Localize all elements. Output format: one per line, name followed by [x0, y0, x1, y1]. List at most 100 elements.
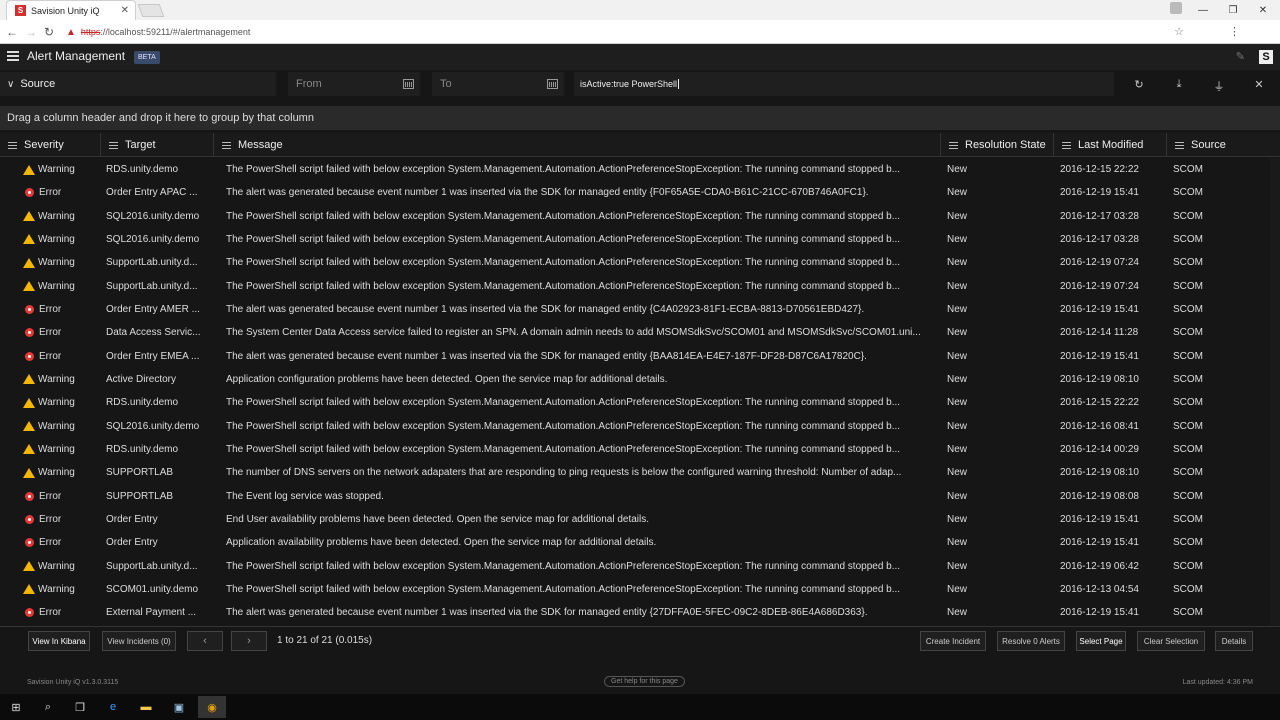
- cell-severity: Warning: [0, 555, 101, 578]
- column-menu-icon[interactable]: [949, 141, 958, 149]
- warning-icon: [23, 164, 35, 175]
- column-header-message[interactable]: Message: [214, 133, 941, 157]
- browser-menu-icon[interactable]: ⋮: [1229, 25, 1240, 38]
- file-explorer-icon[interactable]: ▬: [137, 698, 155, 716]
- tab-title: Savision Unity iQ: [31, 5, 100, 16]
- cell-severity: Warning: [0, 251, 101, 274]
- insecure-warning-icon: ▲: [66, 26, 76, 38]
- create-incident-button[interactable]: Create Incident: [920, 631, 986, 651]
- view-incidents-button[interactable]: View Incidents (0): [102, 631, 176, 651]
- cell-source: SCOM: [1173, 560, 1203, 572]
- table-row[interactable]: Warning RDS.unity.demo The PowerShell scri…: [0, 438, 1270, 461]
- cell-message: The PowerShell script failed with below …: [226, 280, 901, 292]
- table-row[interactable]: Error Order Entry AMER ... The alert was g…: [0, 298, 1270, 321]
- previous-page-button[interactable]: ‹: [187, 631, 223, 651]
- app-shortcut-icon[interactable]: ▣: [170, 698, 188, 716]
- calendar-icon[interactable]: [547, 79, 558, 89]
- group-by-bar[interactable]: Drag a column header and drop it here to…: [0, 106, 1280, 130]
- table-row[interactable]: Error Order Entry Application availability…: [0, 531, 1270, 554]
- grid-header: Severity Target Message Resolution State…: [0, 133, 1280, 157]
- table-row[interactable]: Error SUPPORTLAB The Event log service was…: [0, 485, 1270, 508]
- warning-icon: [23, 421, 35, 432]
- to-date-field[interactable]: To: [432, 72, 564, 96]
- help-link[interactable]: Get help for this page: [604, 676, 685, 687]
- table-row[interactable]: Error Order Entry APAC ... The alert was g…: [0, 181, 1270, 204]
- cell-resolution: New: [947, 560, 968, 572]
- column-menu-icon[interactable]: [8, 141, 17, 149]
- reload-icon[interactable]: ↻: [41, 24, 57, 40]
- hamburger-menu-icon[interactable]: [7, 51, 19, 61]
- table-row[interactable]: Warning RDS.unity.demo The PowerShell scri…: [0, 158, 1270, 181]
- filter-icon[interactable]: ⏚: [1212, 78, 1226, 94]
- column-menu-icon[interactable]: [1175, 141, 1184, 149]
- table-row[interactable]: Warning SUPPORTLAB The number of DNS serve…: [0, 461, 1270, 484]
- task-view-icon[interactable]: ❒: [71, 698, 89, 716]
- from-date-field[interactable]: From: [288, 72, 420, 96]
- table-row[interactable]: Warning SCOM01.unity.demo The PowerShell s…: [0, 578, 1270, 601]
- column-header-last-modified[interactable]: Last Modified: [1054, 133, 1167, 157]
- column-header-source[interactable]: Source: [1167, 133, 1280, 157]
- cell-source: SCOM: [1173, 583, 1203, 595]
- column-menu-icon[interactable]: [1062, 141, 1071, 149]
- cell-resolution: New: [947, 583, 968, 595]
- calendar-icon[interactable]: [403, 79, 414, 89]
- close-tab-icon[interactable]: ✕: [121, 5, 129, 16]
- table-row[interactable]: Warning SupportLab.unity.d... The PowerShe…: [0, 275, 1270, 298]
- cell-message: The PowerShell script failed with below …: [226, 257, 901, 269]
- search-query-input[interactable]: isActive:true PowerShell: [574, 72, 1114, 96]
- browser-tab[interactable]: S Savision Unity iQ ✕: [6, 0, 136, 20]
- cell-resolution: New: [947, 490, 968, 502]
- source-dropdown[interactable]: ∨ Source: [0, 72, 276, 96]
- windows-start-icon[interactable]: ⊞: [7, 698, 25, 716]
- table-row[interactable]: Warning SQL2016.unity.demo The PowerShell …: [0, 228, 1270, 251]
- table-row[interactable]: Warning Active Directory Application confi…: [0, 368, 1270, 391]
- details-button[interactable]: Details: [1215, 631, 1253, 651]
- cell-message: The number of DNS servers on the network…: [226, 467, 902, 479]
- address-bar[interactable]: ▲ https ://localhost:59211/#/alertmanage…: [62, 23, 1182, 41]
- column-menu-icon[interactable]: [222, 141, 231, 149]
- resolve-alerts-button[interactable]: Resolve 0 Alerts: [997, 631, 1065, 651]
- maximize-icon[interactable]: ❐: [1218, 0, 1248, 20]
- cell-target: Order Entry: [106, 513, 158, 525]
- download-icon[interactable]: ⤓: [1172, 78, 1186, 91]
- vertical-scrollbar[interactable]: [1270, 158, 1280, 626]
- forward-icon[interactable]: →: [23, 24, 39, 40]
- column-menu-icon[interactable]: [109, 141, 118, 149]
- bookmark-star-icon[interactable]: ☆: [1174, 25, 1184, 38]
- back-icon[interactable]: ←: [4, 24, 20, 40]
- table-row[interactable]: Error External Payment ... The alert was g…: [0, 601, 1270, 624]
- footer-toolbar: View In Kibana View Incidents (0) ‹ › 1 …: [0, 626, 1280, 652]
- browser-titlebar: S Savision Unity iQ ✕ — ❐ ✕: [0, 0, 1280, 20]
- warning-icon: [23, 561, 35, 572]
- table-row[interactable]: Warning RDS.unity.demo The PowerShell scri…: [0, 391, 1270, 414]
- select-page-button[interactable]: Select Page: [1076, 631, 1126, 651]
- new-tab-button[interactable]: [137, 4, 165, 17]
- close-window-icon[interactable]: ✕: [1248, 0, 1278, 20]
- view-in-kibana-button[interactable]: View In Kibana: [28, 631, 90, 651]
- refresh-icon[interactable]: ↻: [1132, 78, 1146, 91]
- next-page-button[interactable]: ›: [231, 631, 267, 651]
- cell-severity: Warning: [0, 461, 101, 484]
- table-row[interactable]: Error Data Access Servic... The System Cen…: [0, 321, 1270, 344]
- profile-icon[interactable]: [1170, 2, 1182, 14]
- table-row[interactable]: Warning SupportLab.unity.d... The PowerShe…: [0, 555, 1270, 578]
- table-row[interactable]: Warning SupportLab.unity.d... The PowerShe…: [0, 251, 1270, 274]
- table-row[interactable]: Error Order Entry EMEA ... The alert was g…: [0, 345, 1270, 368]
- pencil-icon[interactable]: ✎: [1236, 50, 1245, 63]
- table-row[interactable]: Error Order Entry End User availability pr…: [0, 508, 1270, 531]
- edge-browser-icon[interactable]: e: [104, 698, 122, 716]
- browser-toolbar: ← → ↻ ▲ https ://localhost:59211/#/alert…: [0, 20, 1280, 44]
- search-icon[interactable]: ⌕: [39, 698, 57, 716]
- close-icon[interactable]: ✕: [1252, 78, 1266, 91]
- table-row[interactable]: Warning SQL2016.unity.demo The PowerShell …: [0, 415, 1270, 438]
- cell-modified: 2016-12-15 22:22: [1060, 397, 1139, 409]
- cell-modified: 2016-12-19 08:10: [1060, 467, 1139, 479]
- chrome-browser-icon[interactable]: ◉: [198, 696, 226, 718]
- minimize-icon[interactable]: —: [1188, 0, 1218, 20]
- table-row[interactable]: Warning SQL2016.unity.demo The PowerShell …: [0, 205, 1270, 228]
- column-header-resolution-state[interactable]: Resolution State: [941, 133, 1054, 157]
- column-label: Severity: [24, 139, 64, 151]
- column-header-target[interactable]: Target: [101, 133, 214, 157]
- clear-selection-button[interactable]: Clear Selection: [1137, 631, 1205, 651]
- column-header-severity[interactable]: Severity: [0, 133, 101, 157]
